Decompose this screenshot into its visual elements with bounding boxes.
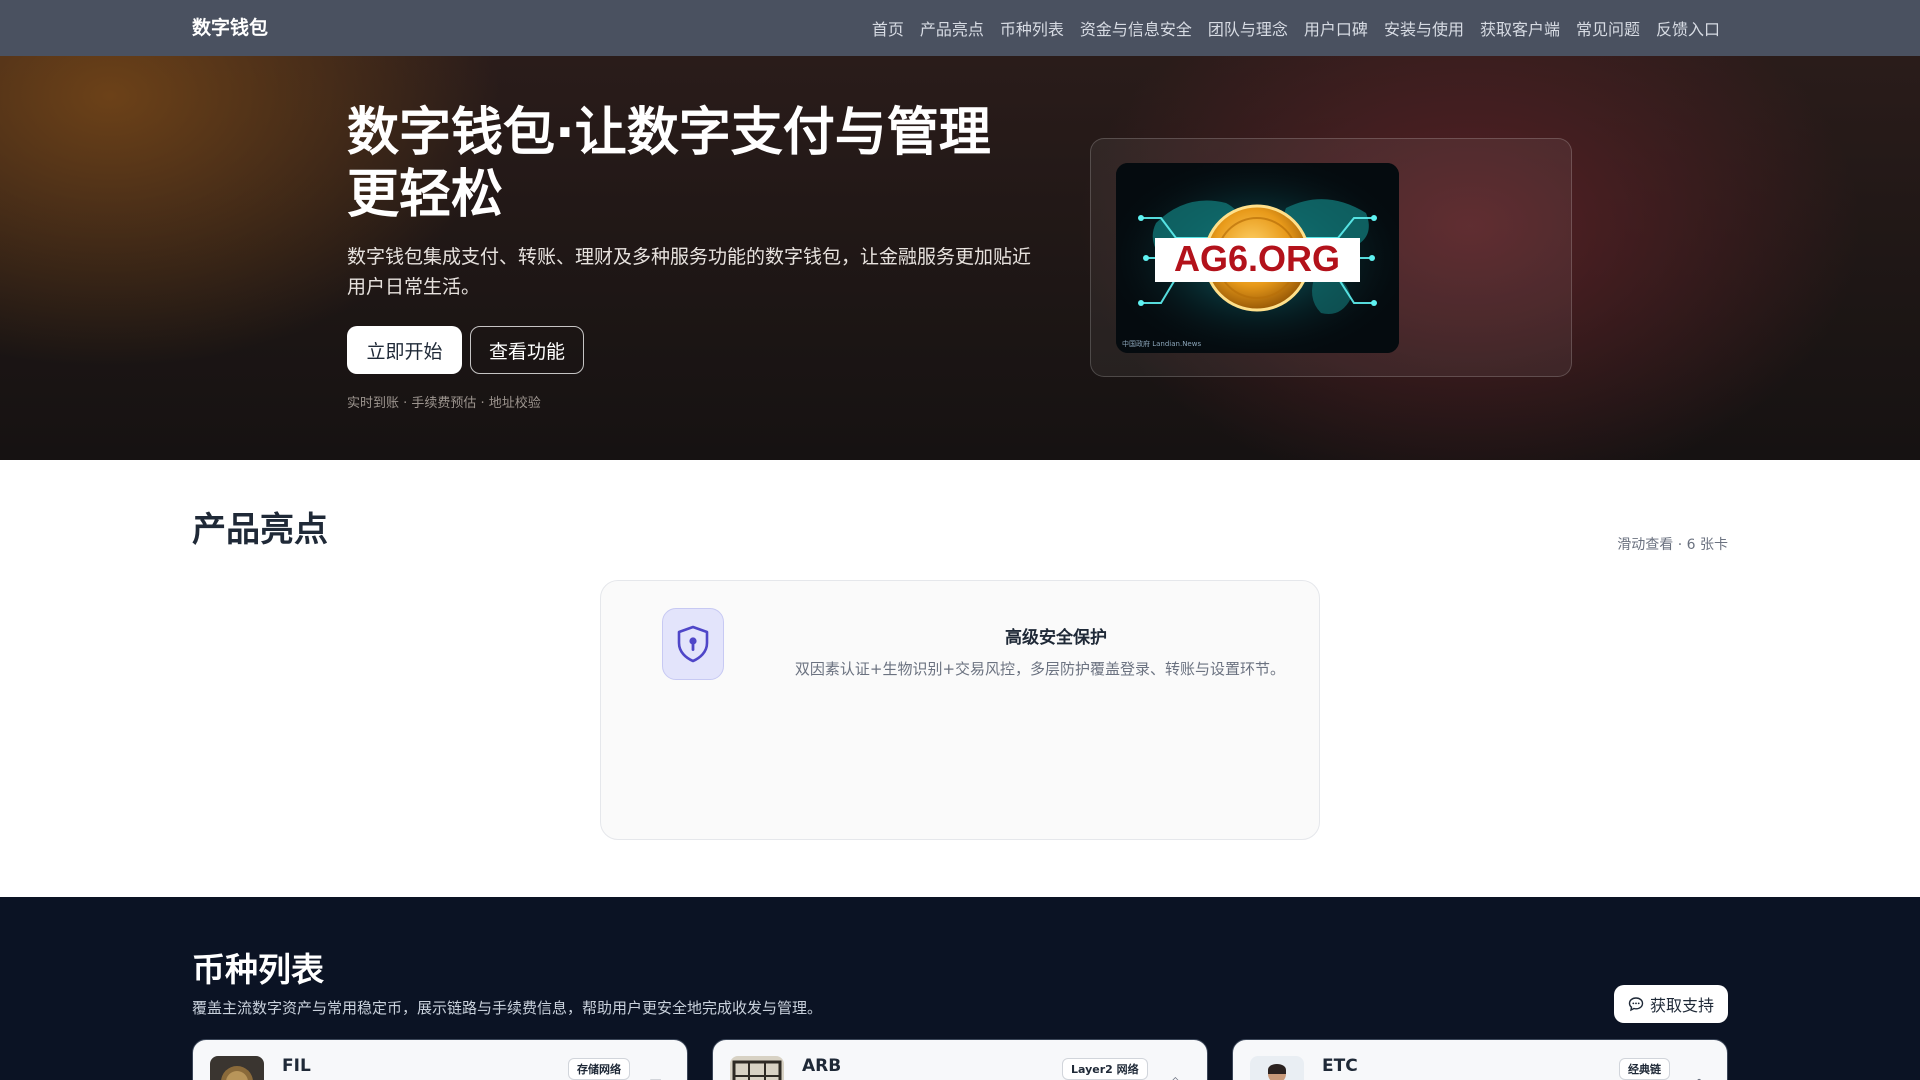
dot-icon: • — [1695, 1074, 1703, 1080]
coin-avatar-etc — [1250, 1056, 1304, 1080]
hero-description: 数字钱包集成支付、转账、理财及多种服务功能的数字钱包，让金融服务更加贴近用户日常… — [347, 246, 1032, 298]
hero-section: 数字钱包·让数字支付与管理更轻松 数字钱包集成支付、转账、理财及多种服务功能的数… — [0, 56, 1920, 460]
coin-card-etc[interactable]: ETC 经典链 • — [1232, 1039, 1728, 1080]
feature-card[interactable]: 高级安全保护 双因素认证+生物识别+交易风控，多层防护覆盖登录、转账与设置环节。 — [600, 580, 1320, 840]
nav-link-download[interactable]: 获取客户端 — [1480, 16, 1560, 40]
chat-bubble-icon — [1628, 997, 1644, 1012]
highlights-title: 产品亮点 — [192, 510, 328, 550]
coin-name-arb: ARB — [802, 1056, 842, 1076]
top-navbar: 数字钱包 首页 产品亮点 币种列表 资金与信息安全 团队与理念 用户口碑 安装与… — [0, 0, 1920, 56]
view-features-button[interactable]: 查看功能 — [470, 326, 584, 374]
nav-link-feedback[interactable]: 反馈入口 — [1656, 16, 1720, 40]
get-support-button[interactable]: 获取支持 — [1614, 985, 1728, 1023]
coin-name-fil: FIL — [282, 1056, 311, 1076]
nav-link-highlights[interactable]: 产品亮点 — [920, 16, 984, 40]
hero-title: 数字钱包·让数字支付与管理更轻松 — [347, 103, 991, 225]
coin-badge-etc: 经典链 — [1619, 1058, 1670, 1080]
get-support-label: 获取支持 — [1649, 996, 1714, 1015]
nav-link-install[interactable]: 安装与使用 — [1384, 16, 1464, 40]
brand-logo[interactable]: 数字钱包 — [192, 0, 268, 56]
hero-image-card: AG6.ORG 中国政府 Landian.News — [1090, 138, 1572, 377]
coin-badge-arb: Layer2 网络 — [1062, 1058, 1148, 1080]
coins-title: 币种列表 — [192, 950, 324, 989]
nav-links: 首页 产品亮点 币种列表 资金与信息安全 团队与理念 用户口碑 安装与使用 获取… — [872, 0, 1720, 56]
coin-card-fil[interactable]: FIL 存储网络 ▭ — [192, 1039, 688, 1080]
coins-section: 币种列表 覆盖主流数字资产与常用稳定币，展示链路与手续费信息，帮助用户更安全地完… — [0, 897, 1920, 1080]
nav-link-coins[interactable]: 币种列表 — [1000, 16, 1064, 40]
coin-avatar-arb — [730, 1056, 784, 1080]
coins-description: 覆盖主流数字资产与常用稳定币，展示链路与手续费信息，帮助用户更安全地完成收发与管… — [192, 999, 823, 1017]
nav-link-security[interactable]: 资金与信息安全 — [1080, 16, 1192, 40]
nav-link-home[interactable]: 首页 — [872, 16, 904, 40]
start-now-button[interactable]: 立即开始 — [347, 326, 462, 374]
storage-icon: ▭ — [649, 1074, 662, 1080]
nav-link-team[interactable]: 团队与理念 — [1208, 16, 1288, 40]
highlights-hint: 滑动查看 · 6 张卡 — [1617, 537, 1728, 553]
coin-card-arb[interactable]: ARB Layer2 网络 ◇ — [712, 1039, 1208, 1080]
hero-tags: 实时到账 · 手续费预估 · 地址校验 — [347, 396, 541, 411]
image-caption: 中国政府 Landian.News — [1122, 340, 1202, 348]
coin-avatar-fil — [210, 1056, 264, 1080]
nav-link-reviews[interactable]: 用户口碑 — [1304, 16, 1368, 40]
image-overlay-text: AG6.ORG — [1174, 238, 1340, 279]
feature-description: 双因素认证+生物识别+交易风控，多层防护覆盖登录、转账与设置环节。 — [794, 660, 1286, 678]
hero-image: AG6.ORG 中国政府 Landian.News — [1116, 163, 1399, 353]
layers-icon: ◇ — [1170, 1074, 1181, 1080]
coin-badge-fil: 存储网络 — [568, 1058, 630, 1080]
nav-link-faq[interactable]: 常见问题 — [1576, 16, 1640, 40]
crypto-coin-illustration: AG6.ORG — [1116, 163, 1399, 353]
coin-name-etc: ETC — [1322, 1056, 1358, 1076]
feature-title: 高级安全保护 — [1005, 628, 1107, 648]
